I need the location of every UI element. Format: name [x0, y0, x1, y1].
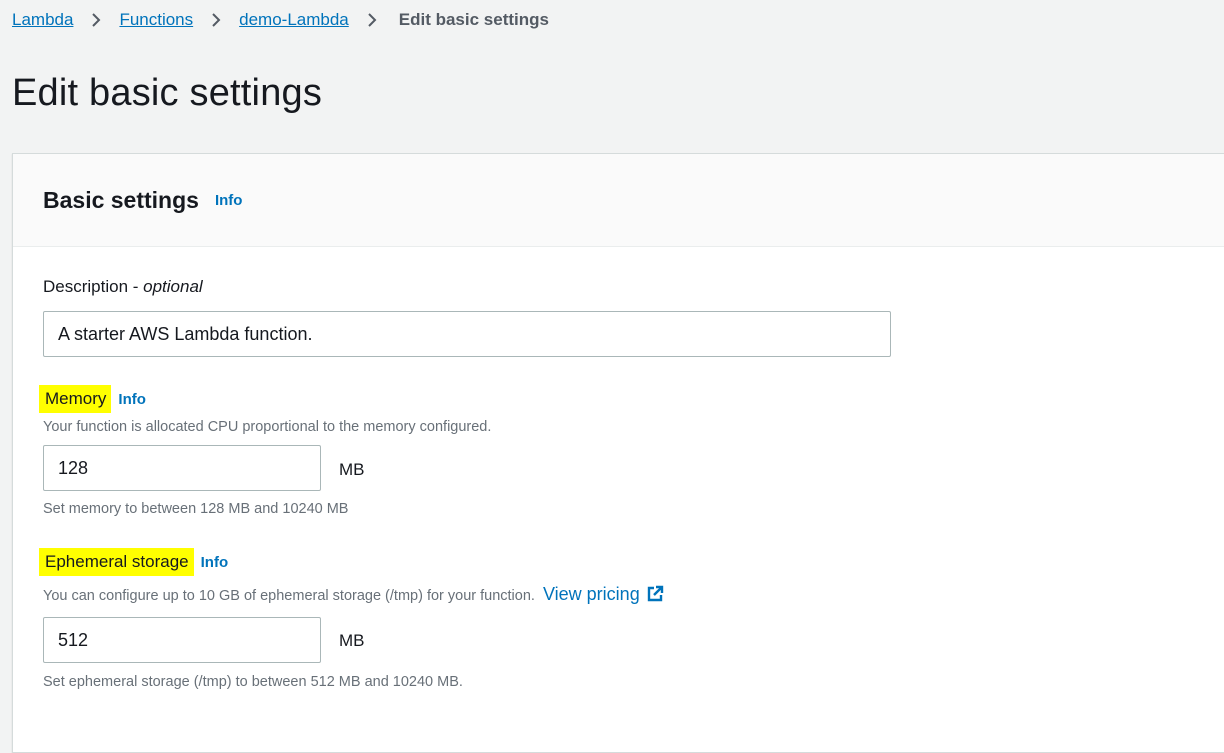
chevron-right-icon: [349, 10, 395, 31]
ephemeral-constraint: Set ephemeral storage (/tmp) to between …: [43, 674, 463, 690]
chevron-right-icon: [73, 10, 119, 31]
breadcrumb-current: Edit basic settings: [395, 10, 553, 30]
ephemeral-unit: MB: [339, 631, 365, 650]
memory-input[interactable]: [43, 445, 321, 491]
ephemeral-input[interactable]: [43, 617, 321, 663]
breadcrumb-functions[interactable]: Functions: [119, 10, 193, 30]
panel-header: Basic settings Info: [13, 154, 1224, 247]
page-title: Edit basic settings: [12, 72, 323, 114]
breadcrumb: Lambda Functions demo-Lambda Edit basic …: [12, 6, 553, 34]
memory-constraint: Set memory to between 128 MB and 10240 M…: [43, 501, 349, 517]
view-pricing-link[interactable]: View pricing: [543, 584, 664, 604]
memory-unit: MB: [339, 460, 365, 479]
memory-info-link[interactable]: Info: [118, 391, 146, 408]
panel-title: Basic settings: [43, 186, 199, 213]
memory-label: Memory: [45, 389, 107, 408]
description-input[interactable]: [43, 311, 891, 357]
description-label: Description - optional: [43, 277, 203, 296]
ephemeral-label-row: Ephemeral storage Info: [43, 552, 228, 572]
breadcrumb-lambda[interactable]: Lambda: [12, 10, 73, 30]
panel-info-link[interactable]: Info: [215, 192, 243, 209]
ephemeral-description: You can configure up to 10 GB of ephemer…: [43, 584, 664, 608]
memory-label-row: Memory Info: [43, 389, 146, 409]
description-optional: optional: [143, 277, 203, 296]
breadcrumb-demo-lambda[interactable]: demo-Lambda: [239, 10, 349, 30]
ephemeral-label: Ephemeral storage: [45, 552, 189, 571]
chevron-right-icon: [193, 10, 239, 31]
external-link-icon: [646, 585, 664, 608]
memory-description: Your function is allocated CPU proportio…: [43, 419, 492, 435]
ephemeral-info-link[interactable]: Info: [201, 554, 229, 571]
basic-settings-panel: Basic settings Info Description - option…: [12, 153, 1224, 753]
